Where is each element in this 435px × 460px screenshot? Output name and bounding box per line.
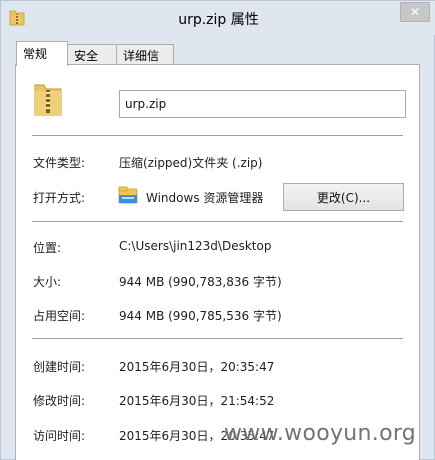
size-label: 大小: (33, 275, 62, 289)
file-type-value: 压缩(zipped)文件夹 (.zip) (119, 156, 263, 170)
divider (32, 338, 403, 339)
title-bar[interactable]: urp.zip 属性 ✕ (1, 1, 435, 35)
created-value: 2015年6月30日，20:35:47 (119, 360, 275, 374)
size-value: 944 MB (990,783,836 字节) (119, 275, 282, 289)
filename-input[interactable] (119, 90, 406, 118)
opens-with-label: 打开方式: (33, 191, 86, 205)
close-button[interactable]: ✕ (400, 2, 430, 22)
general-panel: 文件类型: 压缩(zipped)文件夹 (.zip) 打开方式: Windows… (15, 64, 420, 460)
divider (32, 221, 403, 222)
created-label: 创建时间: (33, 360, 86, 374)
divider (32, 135, 403, 136)
modified-value: 2015年6月30日，21:54:52 (119, 394, 275, 408)
close-icon: ✕ (409, 5, 421, 19)
tab-details[interactable]: 详细信息 (116, 44, 174, 80)
file-type-label: 文件类型: (33, 156, 86, 170)
accessed-label: 访问时间: (33, 429, 86, 443)
location-label: 位置: (33, 241, 62, 255)
explorer-icon (118, 186, 138, 204)
window-title: urp.zip 属性 (178, 12, 259, 28)
location-value: C:\Users\jin123d\Desktop (119, 239, 272, 253)
zip-folder-icon (34, 84, 62, 116)
size-on-disk-label: 占用空间: (33, 309, 86, 323)
tab-label: 安全 (74, 49, 99, 63)
properties-window: urp.zip 属性 ✕ 常规 安全 详细信息 文件类型: 压缩(zipped)… (0, 0, 435, 460)
tab-security[interactable]: 安全 (67, 44, 117, 65)
size-on-disk-value: 944 MB (990,785,536 字节) (119, 309, 282, 323)
watermark: www.wooyun.org (224, 421, 417, 446)
change-button[interactable]: 更改(C)... (283, 183, 404, 211)
tab-general[interactable]: 常规 (16, 41, 68, 66)
tab-label: 常规 (23, 47, 48, 61)
modified-label: 修改时间: (33, 394, 86, 408)
opens-with-value: Windows 资源管理器 (146, 191, 264, 205)
